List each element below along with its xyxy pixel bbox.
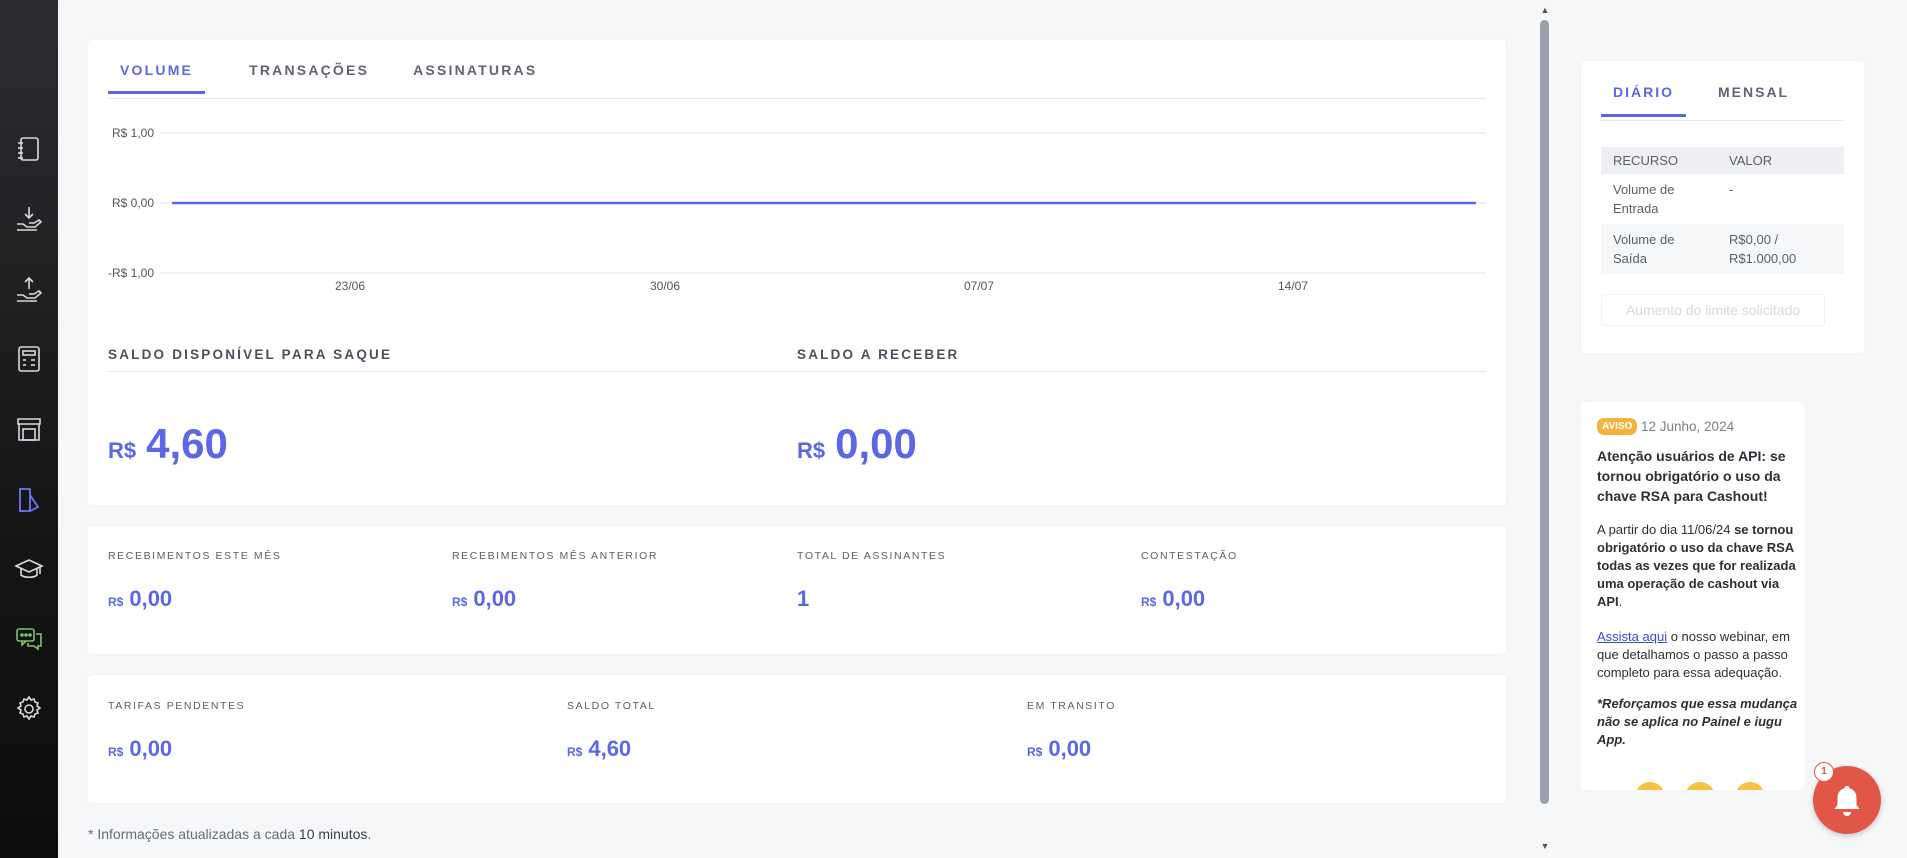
stat-label: EM TRANSITO [1027, 700, 1116, 712]
stats-card-2 [88, 675, 1506, 803]
stat-label: TARIFAS PENDENTES [108, 700, 246, 712]
stat-value: R$ 0,00 [452, 586, 517, 611]
x-tick-label: 07/07 [964, 279, 994, 293]
tab-mensal[interactable]: MENSAL [1718, 84, 1789, 117]
stat-label: CONTESTAÇÃO [1141, 550, 1238, 562]
column-header-recurso: RECURSO [1601, 147, 1717, 174]
available-balance-value: R$ 4,60 [108, 420, 228, 467]
tab-assinaturas[interactable]: ASSINATURAS [413, 62, 537, 94]
notice-note: *Reforçamos que essa mudança não se apli… [1597, 696, 1798, 747]
volume-chart: R$ 1,00 R$ 0,00 -R$ 1,00 23/06 30/06 07/07 14… [108, 126, 1486, 293]
notice-badge: AVISO [1597, 418, 1638, 435]
stat-value: 1 [797, 586, 810, 611]
gear-icon[interactable] [11, 691, 47, 727]
graduation-cap-icon[interactable] [11, 551, 47, 587]
stat-label: TOTAL DE ASSINANTES [797, 550, 947, 562]
bell-icon [1834, 786, 1860, 816]
stat-label: SALDO TOTAL [567, 700, 656, 712]
y-tick-label: R$ 0,00 [112, 196, 154, 210]
reports-icon[interactable] [11, 482, 47, 518]
tab-transacoes[interactable]: TRANSAÇÕES [249, 62, 369, 94]
calculator-icon[interactable] [11, 341, 47, 377]
column-header-valor: VALOR [1717, 147, 1844, 174]
stat-value: R$ 0,00 [108, 586, 173, 611]
notice-body: A partir do dia 11/06/24 se tornou obrig… [1597, 522, 1796, 680]
table-row: Volume de Entrada - [1613, 182, 1734, 216]
stat-value: R$ 0,00 [1141, 586, 1206, 611]
stat-value: R$ 0,00 [1027, 736, 1092, 761]
emoji-reaction[interactable] [1685, 782, 1715, 790]
receive-money-icon[interactable] [11, 201, 47, 237]
emoji-reaction[interactable] [1635, 782, 1665, 790]
receivable-balance-value: R$ 0,00 [797, 420, 917, 467]
chat-icon[interactable] [11, 621, 47, 657]
scroll-up-icon[interactable]: ▲ [1539, 4, 1551, 16]
scroll-down-icon[interactable]: ▼ [1539, 840, 1551, 852]
stat-value: R$ 4,60 [567, 736, 632, 761]
x-tick-label: 14/07 [1278, 279, 1308, 293]
y-tick-label: -R$ 1,00 [108, 266, 154, 280]
tab-diario[interactable]: DIÁRIO [1601, 84, 1686, 117]
available-balance-title: SALDO DISPONÍVEL PARA SAQUE [108, 347, 393, 362]
x-tick-label: 30/06 [650, 279, 680, 293]
limit-increase-button[interactable]: Aumento do limite solicitado [1601, 294, 1825, 326]
webinar-link[interactable]: Assista aqui [1597, 629, 1667, 644]
stat-label: RECEBIMENTOS MÊS ANTERIOR [452, 550, 659, 562]
update-footnote: * Informações atualizadas a cada 10 minu… [88, 826, 372, 842]
y-tick-label: R$ 1,00 [112, 126, 154, 140]
table-row: Volume de Saída R$0,00 / R$1.000,00 [1601, 224, 1844, 274]
store-icon[interactable] [11, 411, 47, 447]
x-tick-label: 23/06 [335, 279, 365, 293]
notebook-icon[interactable] [11, 131, 47, 167]
emoji-reaction[interactable] [1735, 782, 1765, 790]
receivable-balance-title: SALDO A RECEBER [797, 347, 960, 362]
notice-date: 12 Junho, 2024 [1641, 419, 1735, 434]
notice-title: Atenção usuários de API: se tornou obrig… [1597, 448, 1786, 504]
scrollbar-thumb[interactable] [1540, 20, 1549, 804]
notice-card: AVISO 12 Junho, 2024 Atenção usuários de… [1581, 402, 1805, 790]
main-tabs: VOLUME TRANSAÇÕES ASSINATURAS [108, 62, 581, 94]
notification-count: 1 [1814, 762, 1834, 782]
stat-label: RECEBIMENTOS ESTE MÊS [108, 550, 282, 562]
limit-tabs: DIÁRIO MENSAL [1601, 84, 1821, 117]
limits-table: RECURSO VALOR Volume de Entrada - Volume… [1601, 147, 1844, 274]
tab-volume[interactable]: VOLUME [108, 62, 206, 94]
sidebar [0, 0, 58, 858]
send-money-icon[interactable] [11, 272, 47, 308]
stat-value: R$ 0,00 [108, 736, 173, 761]
